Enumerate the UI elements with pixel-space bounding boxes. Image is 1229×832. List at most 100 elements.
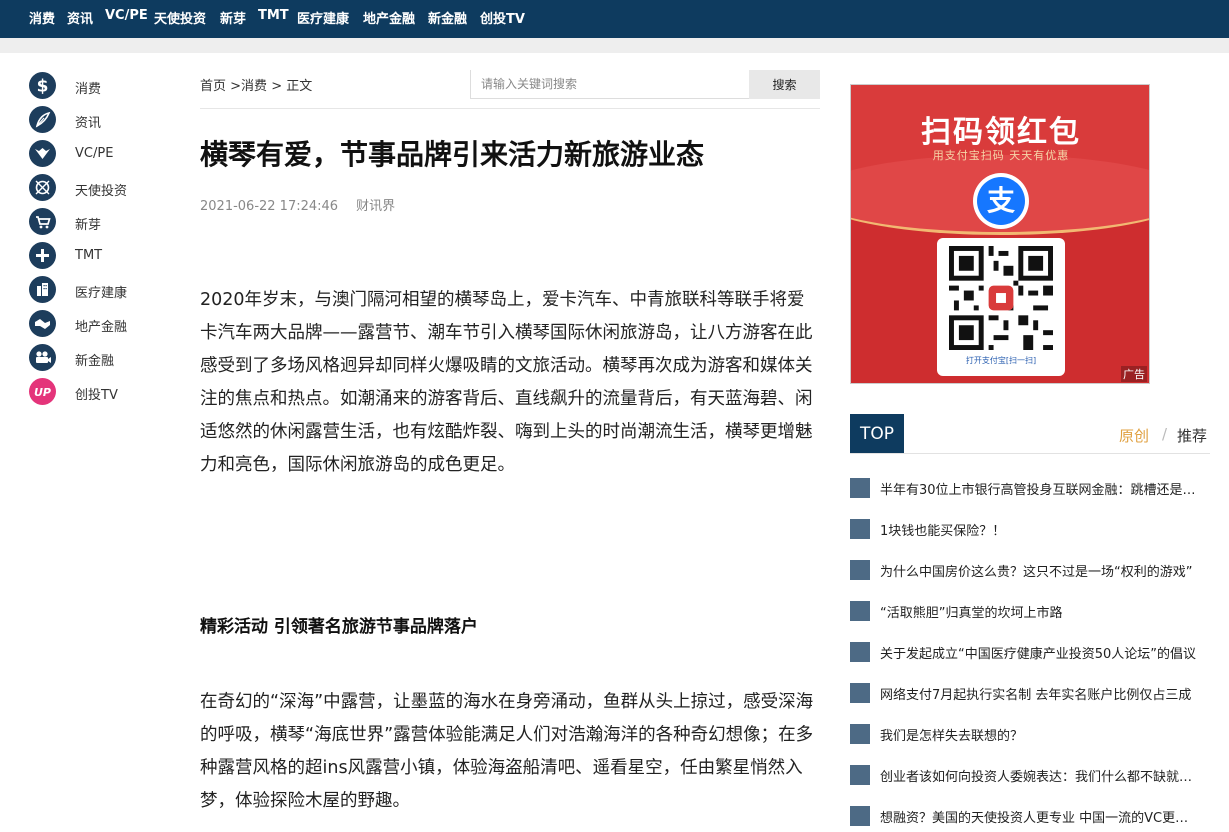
nav-link-tmt[interactable]: TMT (258, 8, 289, 23)
qr-card: 打开支付宝[扫一扫] (937, 238, 1065, 376)
qr-code-icon (949, 246, 1053, 350)
list-bullet (850, 642, 870, 662)
sidebar-item-angel[interactable]: 天使投资 (29, 173, 169, 203)
sidebar-item-vcpe[interactable]: VC/PE (29, 139, 169, 169)
top-list-item[interactable]: 半年有30位上市银行高管投身互联网金融：跳槽还是创业？ (850, 474, 1210, 504)
feather-icon (29, 106, 56, 133)
top-list-item[interactable]: 我们是怎样失去联想的？ (850, 720, 1210, 750)
top-nav: 消费 资讯 VC/PE 天使投资 新芽 TMT 医疗建康 地产金融 新金融 创投… (0, 0, 1229, 38)
top-list-item[interactable]: 创业者该如何向投资人委婉表达：我们什么都不缺就缺钱 (850, 761, 1210, 791)
sidebar-item-label: 地产金融 (75, 320, 128, 335)
tab-recommend[interactable]: 推荐 (1177, 425, 1207, 446)
nav-link-news[interactable]: 资讯 (67, 8, 93, 27)
top-list-item-text: 想融资？美国的天使投资人更专业 中国一流的VC更有钱 (880, 811, 1200, 826)
top-list-item[interactable]: 网络支付7月起执行实名制 去年实名账户比例仅占三成 (850, 679, 1210, 709)
sidebar-item-label: 天使投资 (75, 184, 128, 199)
list-bullet (850, 519, 870, 539)
alipay-glyph: 支 (977, 177, 1025, 225)
article-paragraph: 2020年岁末，与澳门隔河相望的横琴岛上，爱卡汽车、中青旅联科等联手将爱卡汽车两… (200, 290, 813, 475)
top-list-item[interactable]: 关于发起成立“中国医疗健康产业投资50人论坛”的倡议 (850, 638, 1210, 668)
sidebar-item-label: 资讯 (75, 116, 102, 131)
nav-link-fintech[interactable]: 新金融 (428, 8, 467, 27)
top-list-item[interactable]: 为什么中国房价这么贵？这只不过是一场“权利的游戏” (850, 556, 1210, 586)
sidebar-item-sprout[interactable]: 新芽 (29, 207, 169, 237)
sidebar-item-tv[interactable]: UP 创投TV (29, 377, 169, 407)
sidebar-item-consume[interactable]: $ 消费 (29, 71, 169, 101)
sidebar-item-news[interactable]: 资讯 (29, 105, 169, 135)
list-bullet (850, 478, 870, 498)
breadcrumb: 首页 >消费 > 正文 (200, 75, 312, 94)
breadcrumb-section[interactable]: 消费 (241, 79, 267, 94)
sidebar-item-label: 医疗建康 (75, 286, 128, 301)
nav-link-consume[interactable]: 消费 (29, 8, 55, 27)
breadcrumb-current: 正文 (286, 79, 313, 94)
alipay-logo-icon: 支 (973, 173, 1029, 229)
sidebar-item-label: 新芽 (75, 218, 102, 233)
sidebar-item-label: 消费 (75, 82, 102, 97)
article-paragraph: 在奇幻的“深海”中露营，让墨蓝的海水在身旁涌动，鱼群从头上掠过，感受深海的呼吸，… (200, 692, 814, 811)
list-bullet (850, 601, 870, 621)
sidebar-item-label: VC/PE (75, 146, 114, 161)
article-title: 横琴有爱，节事品牌引来活力新旅游业态 (200, 138, 705, 171)
nav-link-tv[interactable]: 创投TV (480, 8, 525, 27)
ad-title: 扫码领红包 (921, 115, 1081, 150)
nav-link-sprout[interactable]: 新芽 (220, 8, 246, 27)
building-icon (29, 276, 56, 303)
ad-subtitle: 用支付宝扫码 天天有优惠 (932, 149, 1070, 162)
search-box (470, 70, 750, 99)
sidebar-item-health[interactable]: 医疗建康 (29, 275, 169, 305)
list-bullet (850, 724, 870, 744)
breadcrumb-separator: > (267, 79, 287, 94)
list-bullet (850, 806, 870, 826)
top-list-item-text: 为什么中国房价这么贵？这只不过是一场“权利的游戏” (880, 565, 1193, 580)
top-list-item-text: 关于发起成立“中国医疗健康产业投资50人论坛”的倡议 (880, 647, 1197, 662)
article-meta: 2021-06-22 17:24:46 财讯界 (200, 195, 395, 214)
search-input[interactable] (471, 70, 750, 98)
search-button[interactable]: 搜索 (749, 70, 820, 99)
up-icon: UP (29, 378, 56, 405)
ad-tag: 广告 (1121, 366, 1147, 382)
sidebar-item-realestate[interactable]: 地产金融 (29, 309, 169, 339)
top-list-item-text: “活取熊胆”归真堂的坎坷上市路 (880, 606, 1063, 621)
qr-caption: 打开支付宝[扫一扫] (965, 356, 1037, 365)
list-bullet (850, 560, 870, 580)
header-divider (200, 108, 820, 109)
list-bullet (850, 683, 870, 703)
article-subheading: 精彩活动 引领著名旅游节事品牌落户 (200, 617, 478, 637)
top-list-label: TOP (850, 414, 904, 454)
article-date: 2021-06-22 17:24:46 (200, 199, 339, 214)
network-icon (29, 174, 56, 201)
article-source: 财讯界 (356, 199, 396, 214)
tab-original[interactable]: 原创 (1119, 425, 1149, 446)
handshake-icon (29, 310, 56, 337)
top-list-item-text: 半年有30位上市银行高管投身互联网金融：跳槽还是创业？ (880, 483, 1200, 498)
plus-icon (29, 242, 56, 269)
breadcrumb-home[interactable]: 首页 (200, 79, 226, 94)
nav-link-health[interactable]: 医疗建康 (297, 8, 349, 27)
top-list-item-text: 我们是怎样失去联想的？ (880, 729, 1024, 744)
sidebar-item-label: TMT (75, 248, 103, 263)
nav-link-vcpe[interactable]: VC/PE (105, 8, 148, 23)
top-list-item[interactable]: 想融资？美国的天使投资人更专业 中国一流的VC更有钱 (850, 802, 1210, 832)
sidebar-item-tmt[interactable]: TMT (29, 241, 169, 271)
nav-link-realestate[interactable]: 地产金融 (363, 8, 415, 27)
top-list-item[interactable]: “活取熊胆”归真堂的坎坷上市路 (850, 597, 1210, 627)
shield-icon (29, 140, 56, 167)
top-list-item-text: 创业者该如何向投资人委婉表达：我们什么都不缺就缺钱 (880, 770, 1200, 785)
sidebar-item-fintech[interactable]: 新金融 (29, 343, 169, 373)
cart-icon (29, 208, 56, 235)
dollar-icon: $ (29, 72, 56, 99)
nav-underbar (0, 38, 1229, 53)
nav-link-angel[interactable]: 天使投资 (154, 8, 206, 27)
list-bullet (850, 765, 870, 785)
svg-text:$: $ (37, 77, 49, 97)
tab-separator: / (1162, 425, 1168, 443)
sidebar-item-label: 创投TV (75, 388, 118, 403)
camera-icon (29, 344, 56, 371)
sidebar-item-label: 新金融 (75, 354, 115, 369)
top-list-item-text: 网络支付7月起执行实名制 去年实名账户比例仅占三成 (880, 688, 1192, 703)
ad-banner[interactable]: 扫码领红包 用支付宝扫码 天天有优惠 支 打开支付宝[扫一扫] 广告 (850, 84, 1150, 384)
top-list-item[interactable]: 1块钱也能买保险？！ (850, 515, 1210, 545)
top-list-item-text: 1块钱也能买保险？！ (880, 524, 1006, 539)
svg-text:UP: UP (34, 386, 51, 399)
